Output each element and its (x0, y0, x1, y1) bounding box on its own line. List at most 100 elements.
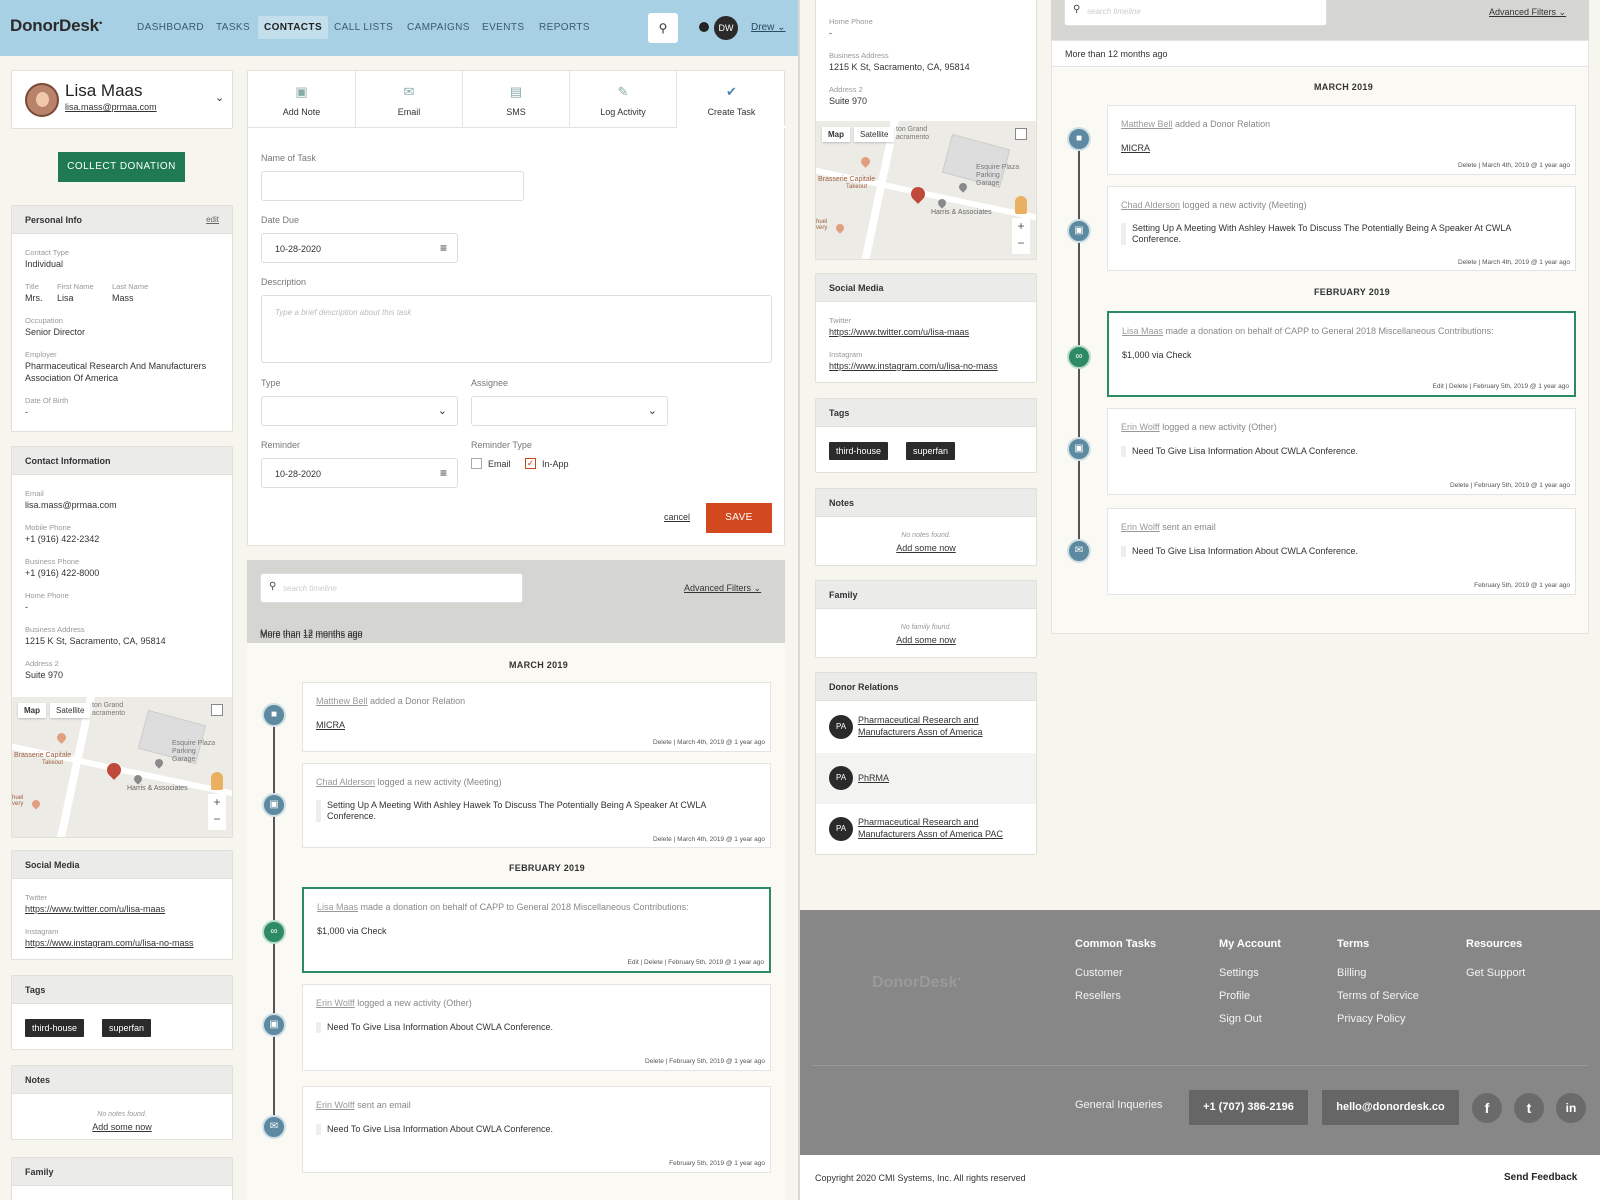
phone-button[interactable]: +1 (707) 386-2196 (1189, 1090, 1308, 1125)
footer-link[interactable]: Settings (1219, 967, 1259, 979)
zoom-control[interactable]: + − (208, 794, 226, 830)
footer-link[interactable]: Billing (1337, 967, 1366, 979)
nav-events[interactable]: EVENTS (482, 22, 524, 33)
timeline-search-input[interactable]: ⚲ search timeline (260, 573, 523, 603)
relation-link[interactable]: MICRA (1121, 143, 1150, 153)
map-type-map[interactable]: Map (18, 703, 46, 718)
instagram-link[interactable]: https://www.instagram.com/u/lisa-no-mass (25, 937, 194, 949)
edit-link[interactable]: edit (206, 206, 219, 234)
value: 1215 K St, Sacramento, CA, 95814 (25, 636, 166, 646)
zoom-in-icon[interactable]: + (208, 794, 226, 811)
calendar-icon[interactable]: ≡ (440, 241, 447, 255)
assignee-select[interactable]: ⌄ (471, 396, 668, 426)
in-app-checkbox[interactable]: ✓ (525, 458, 536, 469)
map-type-map[interactable]: Map (822, 127, 850, 142)
map-type-satellite[interactable]: Satellite (854, 127, 895, 142)
user-link[interactable]: Matthew Bell (316, 696, 368, 706)
search-icon[interactable]: ⚲ (648, 13, 678, 43)
chevron-down-icon[interactable]: ⌄ (215, 91, 224, 104)
fullscreen-icon[interactable] (211, 704, 223, 716)
twitter-link[interactable]: https://www.twitter.com/u/lisa-maas (829, 326, 969, 338)
add-note-link[interactable]: Add some now (816, 543, 1036, 553)
cancel-link[interactable]: cancel (664, 512, 690, 522)
add-note-link[interactable]: Add some now (12, 1122, 232, 1132)
relation-link[interactable]: MICRA (316, 720, 345, 730)
twitter-link[interactable]: https://www.twitter.com/u/lisa-maas (25, 903, 165, 915)
tab-email[interactable]: ✉ Email (356, 71, 463, 128)
contact-email[interactable]: lisa.mass@prmaa.com (65, 102, 157, 112)
user-link[interactable]: Erin Wolff (1121, 422, 1160, 432)
user-link[interactable]: Matthew Bell (1121, 119, 1173, 129)
nav-contacts[interactable]: CONTACTS (258, 16, 329, 39)
collect-donation-button[interactable]: COLLECT DONATION (58, 152, 185, 182)
nav-reports[interactable]: REPORTS (539, 22, 590, 33)
pegman-icon[interactable] (1015, 196, 1027, 214)
timeline-search-input[interactable]: ⚲ search timeline (1064, 0, 1327, 26)
description-textarea[interactable]: Type a brief description about this task (261, 295, 772, 363)
send-feedback-link[interactable]: Send Feedback (1504, 1172, 1577, 1183)
footer-link[interactable]: Profile (1219, 990, 1250, 1002)
tag[interactable]: third-house (25, 1019, 85, 1037)
zoom-out-icon[interactable]: − (208, 811, 226, 828)
twitter-icon[interactable]: t (1514, 1093, 1544, 1123)
avatar: PA (829, 715, 853, 739)
relation-name[interactable]: Pharmaceutical Research and Manufacturer… (858, 816, 1018, 840)
add-family-link[interactable]: Add some now (816, 635, 1036, 645)
timeline-entry-highlighted: Lisa Maas made a donation on behalf of C… (302, 887, 771, 973)
reminder-input[interactable]: 10-28-2020 ≡ (261, 458, 458, 488)
footer-logo[interactable]: DonorDesk● (872, 974, 961, 992)
relation-name[interactable]: PhRMA (858, 773, 889, 783)
avatar[interactable]: DW (714, 16, 738, 40)
pegman-icon[interactable] (211, 772, 223, 790)
relation-item[interactable]: PA Pharmaceutical Research and Manufactu… (816, 702, 1036, 753)
advanced-filters-link[interactable]: Advanced Filters ⌄ (684, 583, 761, 594)
tab-add-note[interactable]: ▣ Add Note (248, 71, 356, 128)
tab-sms[interactable]: ▤ SMS (463, 71, 570, 128)
relation-item[interactable]: PA Pharmaceutical Research and Manufactu… (816, 804, 1036, 855)
map[interactable]: Map Satellite ton Grand acramento Esquir… (12, 697, 232, 837)
tag[interactable]: third-house (829, 442, 889, 460)
date-due-input[interactable]: 10-28-2020 ≡ (261, 233, 458, 263)
zoom-in-icon[interactable]: + (1012, 218, 1030, 235)
user-link[interactable]: Erin Wolff (1121, 522, 1160, 532)
tag[interactable]: superfan (102, 1019, 152, 1037)
logo[interactable]: DonorDesk● (10, 16, 103, 36)
user-link[interactable]: Lisa Maas (317, 902, 358, 912)
user-link[interactable]: Chad Alderson (316, 777, 375, 787)
map-type-satellite[interactable]: Satellite (50, 703, 91, 718)
calendar-icon[interactable]: ≡ (440, 466, 447, 480)
user-menu[interactable]: Drew ⌄ (751, 22, 786, 33)
user-link[interactable]: Erin Wolff (316, 998, 355, 1008)
relation-item[interactable]: PA PhRMA (816, 753, 1036, 804)
nav-dashboard[interactable]: DASHBOARD (137, 22, 204, 33)
fullscreen-icon[interactable] (1015, 128, 1027, 140)
user-link[interactable]: Lisa Maas (1122, 326, 1163, 336)
task-name-input[interactable] (261, 171, 524, 201)
advanced-filters-link[interactable]: Advanced Filters ⌄ (1489, 7, 1566, 18)
map[interactable]: Map Satellite ton Grand acramento Esquir… (816, 121, 1036, 259)
instagram-link[interactable]: https://www.instagram.com/u/lisa-no-mass (829, 360, 998, 372)
email-button[interactable]: hello@donordesk.co (1322, 1090, 1459, 1125)
email-checkbox[interactable] (471, 458, 482, 469)
user-link[interactable]: Erin Wolff (316, 1100, 355, 1110)
footer-link[interactable]: Sign Out (1219, 1013, 1262, 1025)
relation-name[interactable]: Pharmaceutical Research and Manufacturer… (858, 714, 1008, 738)
footer-link[interactable]: Resellers (1075, 990, 1121, 1002)
type-select[interactable]: ⌄ (261, 396, 458, 426)
zoom-out-icon[interactable]: − (1012, 235, 1030, 252)
nav-call-lists[interactable]: CALL LISTS (334, 22, 393, 33)
footer-link[interactable]: Customer (1075, 967, 1123, 979)
nav-campaigns[interactable]: CAMPAIGNS (407, 22, 470, 33)
footer-link[interactable]: Terms of Service (1337, 990, 1419, 1002)
linkedin-icon[interactable]: in (1556, 1093, 1586, 1123)
tag[interactable]: superfan (906, 442, 956, 460)
footer-link[interactable]: Get Support (1466, 967, 1525, 979)
zoom-control[interactable]: + − (1012, 218, 1030, 254)
nav-tasks[interactable]: TASKS (216, 22, 250, 33)
user-link[interactable]: Chad Alderson (1121, 200, 1180, 210)
facebook-icon[interactable]: f (1472, 1093, 1502, 1123)
tab-create-task[interactable]: ✔ Create Task (677, 71, 786, 128)
footer-link[interactable]: Privacy Policy (1337, 1013, 1405, 1025)
tab-log-activity[interactable]: ✎ Log Activity (570, 71, 677, 128)
save-button[interactable]: SAVE (706, 503, 772, 533)
